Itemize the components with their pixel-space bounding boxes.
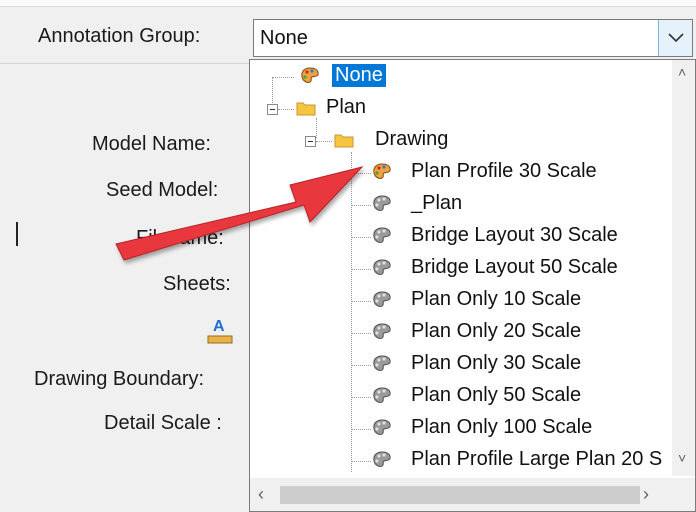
sheets-label: Sheets:: [163, 273, 231, 295]
palette-icon: [373, 163, 391, 179]
palette-icon: [373, 227, 391, 243]
annotation-group-label: Annotation Group:: [38, 25, 201, 47]
annotation-group-dropdown[interactable]: None Plan Drawing Plan Profile 30 Scale _…: [249, 59, 696, 512]
collapse-plan-icon[interactable]: [267, 104, 278, 115]
palette-icon: [373, 291, 391, 307]
annotation-group-value: None: [260, 27, 308, 49]
scroll-down-icon[interactable]: ˅: [678, 450, 686, 466]
tree-item-label: Bridge Layout 50 Scale: [411, 256, 618, 278]
tree-item-label: Plan Only 100 Scale: [411, 416, 593, 438]
tree-item-label: Plan Only 50 Scale: [411, 384, 582, 406]
tree-item-label: Plan Only 30 Scale: [411, 352, 582, 374]
tree-item-label: Plan Only 20 Scale: [411, 320, 582, 342]
seed-model-label: Seed Model:: [106, 179, 219, 201]
scroll-up-icon[interactable]: ˄: [678, 64, 686, 80]
divider: [0, 63, 250, 64]
folder-icon: [296, 102, 316, 116]
scroll-thumb[interactable]: [280, 486, 640, 504]
palette-icon: [373, 387, 391, 403]
tree-item-label: Bridge Layout 30 Scale: [411, 224, 618, 246]
scroll-left-icon[interactable]: ‹: [258, 484, 264, 505]
tree-item-label: Plan Profile 30 Scale: [411, 160, 597, 182]
vertical-scrollbar[interactable]: ˄ ˅: [672, 60, 695, 476]
tree-item-label: Plan Profile Large Plan 20 S: [411, 448, 663, 470]
text-cursor: [16, 222, 18, 246]
text-style-icon[interactable]: A: [204, 314, 236, 351]
filename-label: Filename:: [136, 227, 224, 249]
folder-icon: [334, 134, 354, 148]
model-name-label: Model Name:: [92, 133, 211, 155]
palette-icon: [373, 323, 391, 339]
detail-scale-label: Detail Scale :: [104, 412, 222, 434]
palette-icon: [373, 355, 391, 371]
scroll-right-icon[interactable]: ›: [643, 484, 649, 505]
top-separator: [0, 0, 696, 7]
drawing-boundary-label: Drawing Boundary:: [34, 368, 205, 390]
palette-icon: [373, 195, 391, 211]
tree-item-label: _Plan: [411, 192, 463, 214]
tree-item-label: Drawing: [375, 128, 449, 150]
palette-icon: [373, 419, 391, 435]
palette-icon: [373, 451, 391, 467]
chevron-down-icon: [668, 33, 684, 43]
horizontal-scrollbar[interactable]: ‹ ›: [250, 478, 695, 511]
tree-item-label: None: [332, 64, 386, 87]
palette-icon: [301, 67, 319, 83]
palette-icon: [373, 259, 391, 275]
tree-item-label: Plan Only 10 Scale: [411, 288, 582, 310]
collapse-drawing-icon[interactable]: [305, 136, 316, 147]
svg-text:A: A: [213, 318, 225, 335]
annotation-group-combo[interactable]: None: [253, 19, 693, 57]
combo-dropdown-button[interactable]: [658, 20, 692, 56]
tree-item-label: Plan: [326, 96, 367, 118]
